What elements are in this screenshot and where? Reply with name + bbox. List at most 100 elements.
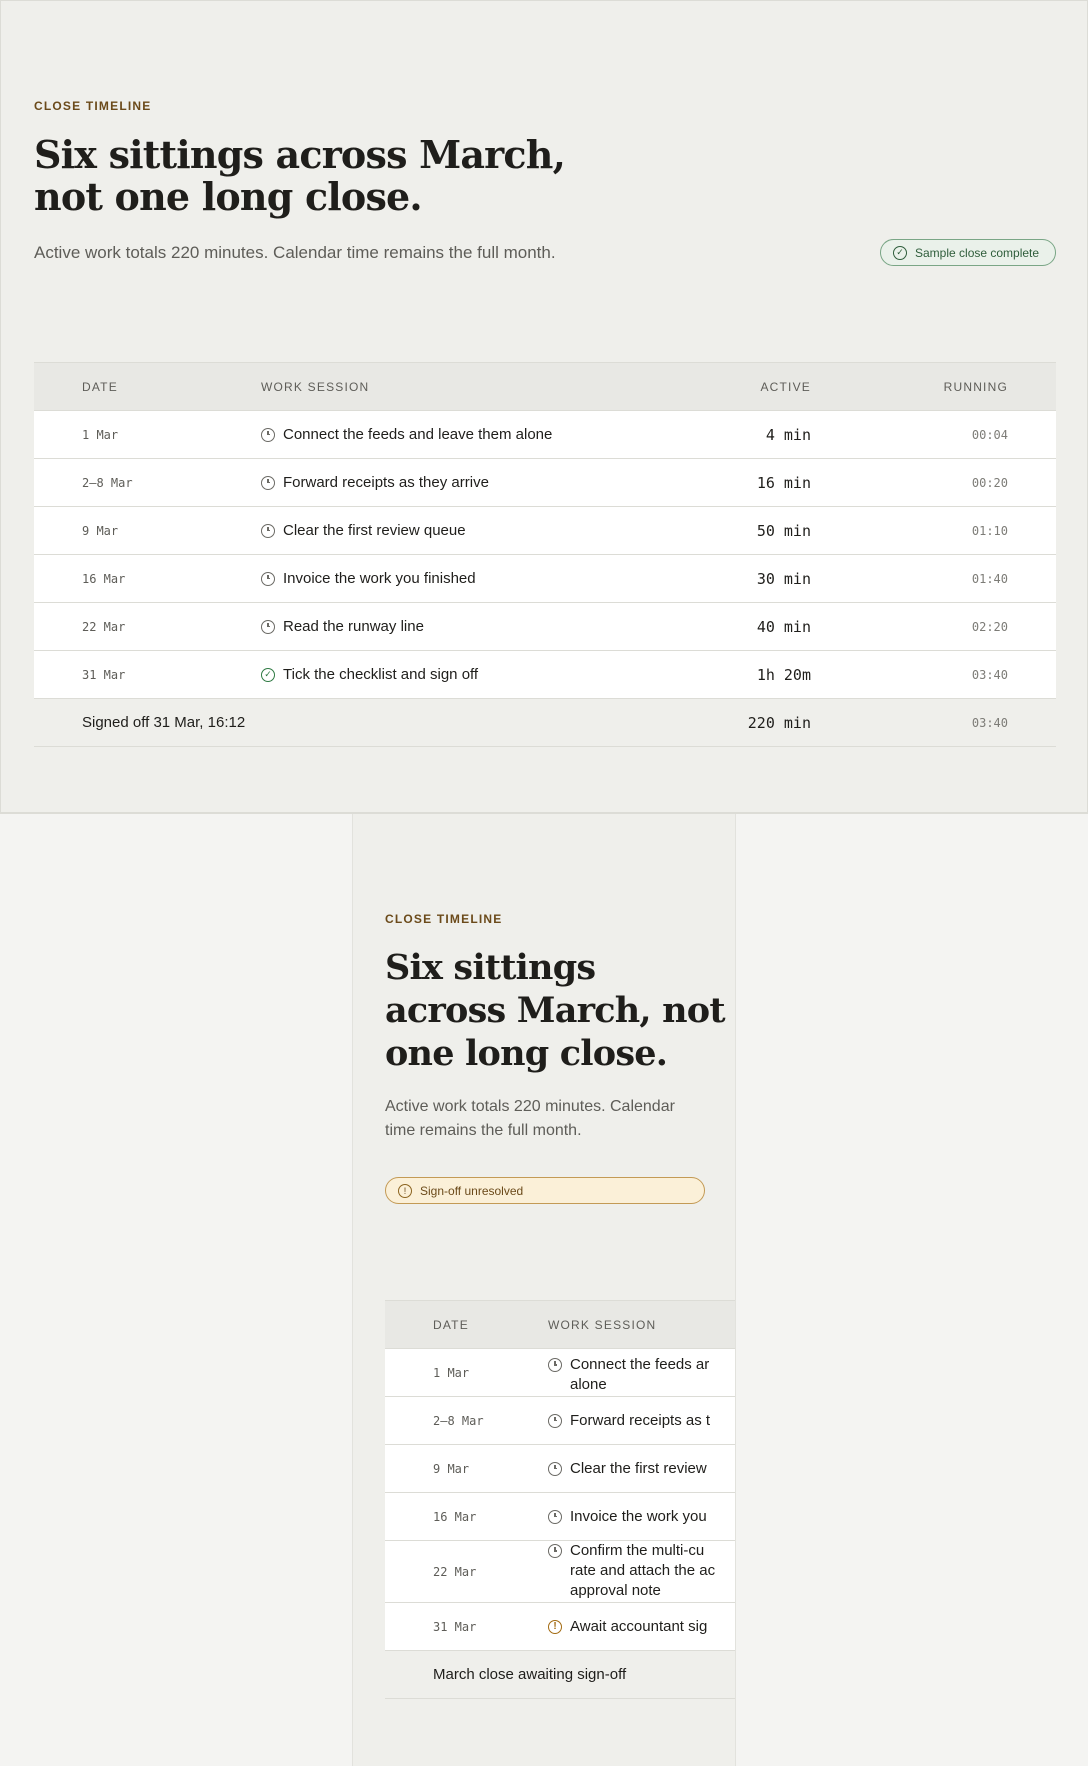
- row-running: 01:10: [971, 523, 1008, 538]
- row-running: 01:40: [971, 571, 1008, 586]
- header-date: DATE: [433, 1317, 469, 1332]
- status-badge: ✓ Sample close complete: [880, 239, 1056, 266]
- timeline-table: DATE WORK SESSION 1 Mar Connect the feed…: [385, 1300, 735, 1699]
- header-session: WORK SESSION: [548, 1317, 657, 1332]
- row-session: Forward receipts as t: [548, 1397, 710, 1444]
- table-row: 9 Mar Clear the first review: [385, 1445, 735, 1493]
- row-date: 2–8 Mar: [82, 475, 133, 490]
- subtitle-line-1: Active work totals 220 minutes. Calendar: [385, 1098, 675, 1115]
- row-active: 30 min: [756, 569, 811, 588]
- status-badge-label: Sign-off unresolved: [420, 1183, 524, 1198]
- row-running: 03:40: [971, 667, 1008, 682]
- row-session: Invoice the work you: [548, 1493, 707, 1540]
- eyebrow-label: CLOSE TIMELINE: [385, 912, 503, 926]
- row-active: 1h 20m: [756, 665, 811, 684]
- row-active: 16 min: [756, 473, 811, 492]
- row-date: 2–8 Mar: [433, 1413, 484, 1428]
- row-date: 16 Mar: [433, 1509, 477, 1524]
- table-row: 1 Mar Connect the feeds ar alone: [385, 1349, 735, 1397]
- row-session: Forward receipts as they arrive: [261, 459, 489, 506]
- signed-off-label: Signed off 31 Mar, 16:12: [82, 714, 246, 731]
- header-date: DATE: [82, 379, 118, 394]
- row-session: Connect the feeds and leave them alone: [261, 411, 552, 458]
- table-row: 16 Mar Invoice the work you finished 30 …: [34, 555, 1056, 603]
- row-running: 00:20: [971, 475, 1008, 490]
- row-session: ✓ Tick the checklist and sign off: [261, 651, 478, 698]
- row-date: 9 Mar: [433, 1461, 470, 1476]
- row-session: Invoice the work you finished: [261, 555, 476, 602]
- total-running: 03:40: [971, 715, 1008, 730]
- row-session: Clear the first review: [548, 1445, 707, 1492]
- session-line: Confirm the multi-cu: [570, 1542, 705, 1559]
- row-session-label: Tick the checklist and sign off: [283, 666, 479, 683]
- page-subtitle: Active work totals 220 minutes. Calendar…: [385, 1095, 675, 1143]
- row-session-label: Read the runway line: [283, 618, 424, 635]
- subtitle-line-2: time remains the full month.: [385, 1122, 582, 1139]
- row-session: Clear the first review queue: [261, 507, 466, 554]
- warning-circle-icon: !: [548, 1619, 562, 1634]
- row-session-label: Await accountant sig: [570, 1618, 708, 1635]
- mobile-panel: CLOSE TIMELINE Six sittings across March…: [352, 814, 736, 1766]
- eyebrow-label: CLOSE TIMELINE: [34, 99, 152, 113]
- table-footer-row: Signed off 31 Mar, 16:12 220 min 03:40: [34, 699, 1056, 747]
- title-line-2: not one long close.: [34, 174, 423, 219]
- row-session: Connect the feeds ar alone: [548, 1349, 709, 1396]
- clock-icon: [548, 1509, 562, 1524]
- session-line: Connect the feeds ar: [570, 1356, 710, 1373]
- clock-icon: [261, 427, 275, 442]
- table-header-row: DATE WORK SESSION ACTIVE RUNNING: [34, 363, 1056, 411]
- row-date: 31 Mar: [433, 1619, 477, 1634]
- row-session-label: Clear the first review queue: [283, 522, 466, 539]
- page-title: Six sittings across March, not one long …: [34, 132, 566, 219]
- table-row: 31 Mar ! Await accountant sig: [385, 1603, 735, 1651]
- clock-icon: [261, 619, 275, 634]
- row-session-label: Connect the feeds ar alone: [570, 1355, 709, 1395]
- row-active: 50 min: [756, 521, 811, 540]
- warning-circle-icon: !: [398, 1183, 412, 1198]
- timeline-table: DATE WORK SESSION ACTIVE RUNNING 1 Mar C…: [34, 362, 1056, 747]
- row-date: 9 Mar: [82, 523, 119, 538]
- row-session: Confirm the multi-cu rate and attach the …: [548, 1541, 715, 1602]
- mobile-preview-area: CLOSE TIMELINE Six sittings across March…: [0, 813, 1088, 1766]
- row-running: 02:20: [971, 619, 1008, 634]
- row-session-label: Forward receipts as t: [570, 1412, 711, 1429]
- title-line-1: Six sittings across March,: [34, 132, 566, 177]
- clock-icon: [548, 1544, 562, 1558]
- check-circle-icon: ✓: [893, 245, 907, 260]
- row-date: 22 Mar: [433, 1564, 477, 1579]
- table-header-row: DATE WORK SESSION: [385, 1301, 735, 1349]
- header-active: ACTIVE: [760, 379, 811, 394]
- row-session: Read the runway line: [261, 603, 424, 650]
- title-line-1: Six sittings: [385, 947, 596, 988]
- total-active: 220 min: [747, 713, 811, 732]
- row-session-label: Confirm the multi-cu rate and attach the …: [570, 1541, 715, 1601]
- clock-icon: [548, 1358, 562, 1372]
- row-active: 4 min: [765, 425, 811, 444]
- title-line-3: one long close.: [385, 1033, 668, 1074]
- row-session-label: Connect the feeds and leave them alone: [283, 426, 553, 443]
- clock-icon: [261, 475, 275, 490]
- row-date: 1 Mar: [82, 427, 119, 442]
- session-line: alone: [570, 1376, 607, 1393]
- table-row: 9 Mar Clear the first review queue 50 mi…: [34, 507, 1056, 555]
- desktop-panel: CLOSE TIMELINE Six sittings across March…: [0, 0, 1088, 813]
- table-row: 31 Mar ✓ Tick the checklist and sign off …: [34, 651, 1056, 699]
- table-row: 16 Mar Invoice the work you: [385, 1493, 735, 1541]
- clock-icon: [261, 523, 275, 538]
- row-session-label: Clear the first review: [570, 1460, 707, 1477]
- row-running: 00:04: [971, 427, 1008, 442]
- page-subtitle: Active work totals 220 minutes. Calendar…: [34, 243, 556, 262]
- row-date: 16 Mar: [82, 571, 126, 586]
- clock-icon: [548, 1413, 562, 1428]
- header-session: WORK SESSION: [261, 379, 370, 394]
- row-session: ! Await accountant sig: [548, 1603, 707, 1650]
- page-title: Six sittings across March, not one long …: [385, 946, 726, 1075]
- table-row: 1 Mar Connect the feeds and leave them a…: [34, 411, 1056, 459]
- table-row: 22 Mar Confirm the multi-cu rate and atta…: [385, 1541, 735, 1603]
- row-date: 1 Mar: [433, 1365, 470, 1380]
- status-badge-label: Sample close complete: [915, 245, 1040, 260]
- table-row: 22 Mar Read the runway line 40 min 02:20: [34, 603, 1056, 651]
- awaiting-sign-off-label: March close awaiting sign-off: [433, 1666, 627, 1683]
- table-footer-row: March close awaiting sign-off: [385, 1651, 735, 1699]
- status-badge: ! Sign-off unresolved: [385, 1177, 705, 1204]
